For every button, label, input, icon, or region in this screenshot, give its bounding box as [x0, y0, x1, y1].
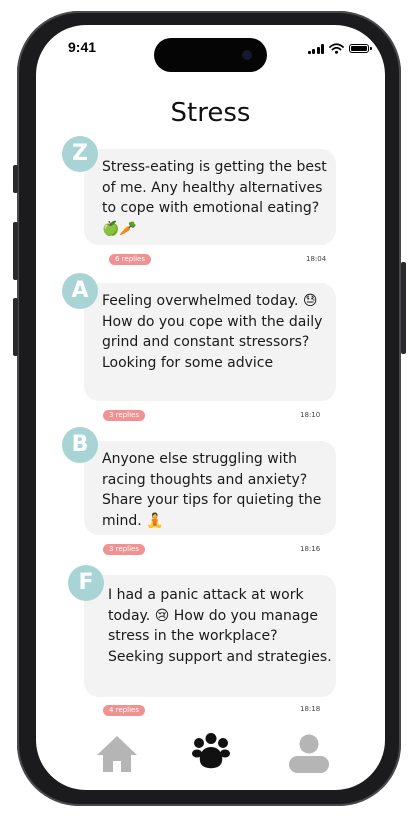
dynamic-island	[154, 38, 267, 72]
community-paw-icon[interactable]	[191, 732, 231, 772]
volume-up-button	[13, 222, 18, 280]
battery-icon	[349, 44, 372, 53]
camera-icon	[242, 50, 252, 60]
user-avatar[interactable]: A	[62, 273, 98, 309]
replies-badge[interactable]: 4 replies	[103, 705, 145, 716]
user-avatar[interactable]: Z	[62, 136, 98, 172]
post-text: Feeling overwhelmed today. 😓 How do you …	[102, 293, 323, 371]
post-text: Anyone else struggling with racing thoug…	[102, 451, 322, 529]
wifi-icon	[329, 43, 344, 54]
screen: 9:41 Stress Stress-eating is getting the…	[36, 25, 385, 790]
power-button	[401, 262, 406, 354]
replies-badge[interactable]: 3 replies	[103, 544, 145, 555]
post-timestamp: 18:04	[306, 255, 327, 263]
mute-switch	[13, 165, 18, 193]
signal-icon	[307, 43, 324, 54]
status-icons	[307, 43, 372, 54]
post-timestamp: 18:16	[300, 545, 321, 553]
post-text: I had a panic attack at work today. 😢 Ho…	[108, 587, 332, 665]
post-timestamp: 18:10	[300, 411, 321, 419]
profile-icon[interactable]	[288, 734, 330, 774]
post-text: Stress-eating is getting the best of me.…	[102, 159, 327, 237]
replies-badge[interactable]: 6 replies	[109, 254, 151, 265]
volume-down-button	[13, 298, 18, 356]
user-avatar[interactable]: B	[62, 427, 98, 463]
user-avatar[interactable]: F	[68, 565, 104, 601]
post-timestamp: 18:18	[300, 705, 321, 713]
status-time: 9:41	[68, 39, 97, 55]
replies-badge[interactable]: 3 replies	[103, 410, 145, 421]
home-icon[interactable]	[96, 735, 138, 773]
page-title: Stress	[170, 98, 251, 128]
